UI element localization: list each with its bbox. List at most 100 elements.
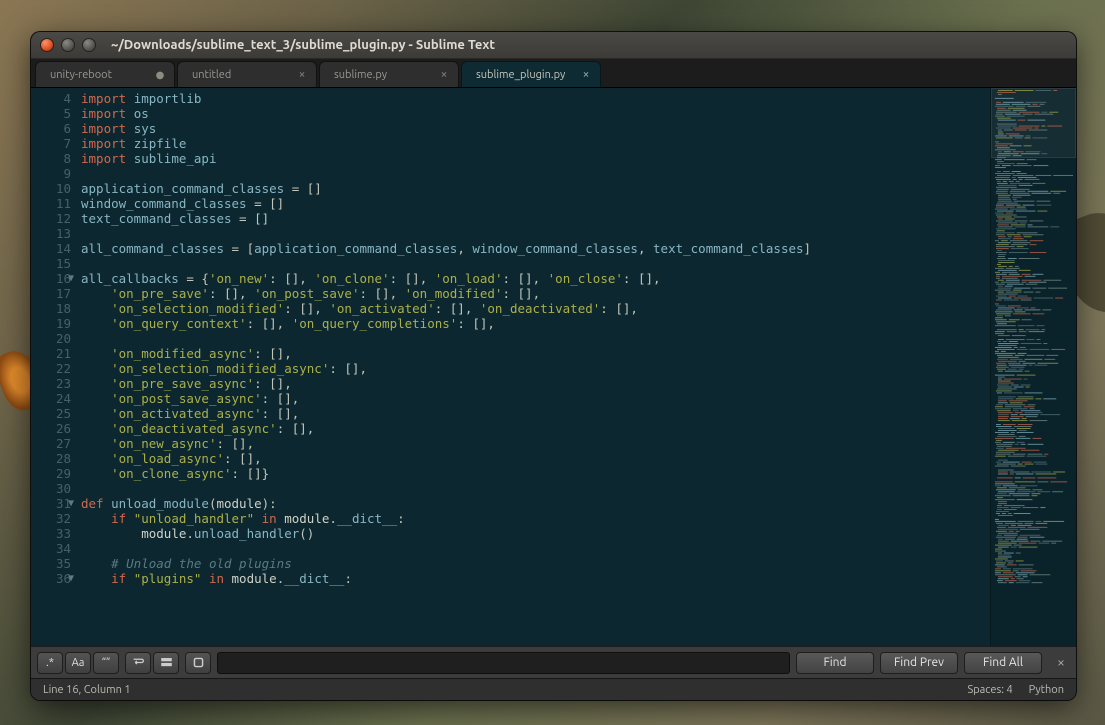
line-number[interactable]: 19 [31,316,71,331]
tab-label: sublime_plugin.py [476,69,565,81]
find-all-button[interactable]: Find All [964,652,1042,674]
tab-sublime-py[interactable]: sublime.py [319,61,459,87]
close-tab-icon[interactable] [581,70,591,80]
code-line[interactable]: import os [81,106,990,121]
code-line[interactable]: import zipfile [81,136,990,151]
window-close-button[interactable] [40,38,54,52]
highlight-matches-toggle[interactable] [185,652,211,674]
line-number[interactable]: 33 [31,526,71,541]
fold-icon[interactable]: ▼ [68,271,74,286]
line-number[interactable]: 25 [31,406,71,421]
line-number[interactable]: 28 [31,451,71,466]
line-number[interactable]: 11 [31,196,71,211]
code-line[interactable]: 'on_query_context': [], 'on_query_comple… [81,316,990,331]
code-line[interactable]: if "unload_handler" in module.__dict__: [81,511,990,526]
line-number[interactable]: 26 [31,421,71,436]
syntax-setting[interactable]: Python [1029,684,1064,696]
code-line[interactable] [81,256,990,271]
close-tab-icon[interactable] [439,70,449,80]
code-line[interactable]: # Unload the old plugins [81,556,990,571]
code-line[interactable]: if "plugins" in module.__dict__: [81,571,990,586]
line-number[interactable]: 16 [31,271,71,286]
code-line[interactable]: 'on_deactivated_async': [], [81,421,990,436]
line-number[interactable]: 21 [31,346,71,361]
code-line[interactable]: 'on_activated_async': [], [81,406,990,421]
find-input[interactable] [217,652,790,674]
in-selection-toggle[interactable] [153,652,179,674]
code-line[interactable]: import importlib [81,91,990,106]
case-sensitive-toggle[interactable]: Aa [65,652,91,674]
line-number-gutter[interactable]: 45678910111213141516▼1718192021222324252… [31,88,77,646]
line-number[interactable]: 24 [31,391,71,406]
line-number[interactable]: 35 [31,556,71,571]
line-number[interactable]: 5 [31,106,71,121]
close-find-bar-button[interactable]: × [1052,654,1070,672]
code-line[interactable]: 'on_modified_async': [], [81,346,990,361]
code-line[interactable]: application_command_classes = [] [81,181,990,196]
line-number[interactable]: 22 [31,361,71,376]
code-line[interactable]: 'on_clone_async': []} [81,466,990,481]
code-line[interactable]: window_command_classes = [] [81,196,990,211]
code-line[interactable]: text_command_classes = [] [81,211,990,226]
regex-toggle[interactable]: .* [37,652,63,674]
whole-word-toggle[interactable]: “” [93,652,119,674]
line-number[interactable]: 12 [31,211,71,226]
code-line[interactable]: 'on_post_save_async': [], [81,391,990,406]
tab-unity-reboot[interactable]: unity-reboot [35,61,175,87]
code-line[interactable] [81,541,990,556]
line-number[interactable]: 4 [31,91,71,106]
line-number[interactable]: 7 [31,136,71,151]
line-number[interactable]: 9 [31,166,71,181]
line-number[interactable]: 10 [31,181,71,196]
code-line[interactable]: import sys [81,121,990,136]
line-number[interactable]: 27 [31,436,71,451]
code-line[interactable]: def unload_module(module): [81,496,990,511]
minimap[interactable] [990,88,1076,646]
code-text-area[interactable]: import importlibimport osimport sysimpor… [77,88,990,646]
tab-untitled[interactable]: untitled [177,61,317,87]
code-line[interactable]: 'on_selection_modified': [], 'on_activat… [81,301,990,316]
line-number[interactable]: 36 [31,571,71,586]
line-number[interactable]: 34 [31,541,71,556]
code-line[interactable] [81,166,990,181]
code-line[interactable]: 'on_selection_modified_async': [], [81,361,990,376]
cursor-position[interactable]: Line 16, Column 1 [43,684,131,696]
code-line[interactable] [81,331,990,346]
code-line[interactable]: import sublime_api [81,151,990,166]
line-number[interactable]: 15 [31,256,71,271]
code-line[interactable]: 'on_new_async': [], [81,436,990,451]
line-number[interactable]: 31 [31,496,71,511]
line-number[interactable]: 20 [31,331,71,346]
tab-label: untitled [192,69,231,81]
code-line[interactable] [81,226,990,241]
line-number[interactable]: 17 [31,286,71,301]
line-number[interactable]: 23 [31,376,71,391]
find-next-button[interactable]: Find [796,652,874,674]
line-number[interactable]: 14 [31,241,71,256]
find-prev-button[interactable]: Find Prev [880,652,958,674]
status-bar: Line 16, Column 1 Spaces: 4 Python [31,678,1076,700]
code-line[interactable]: all_command_classes = [application_comma… [81,241,990,256]
title-bar[interactable]: ~/Downloads/sublime_text_3/sublime_plugi… [31,32,1076,59]
code-line[interactable]: all_callbacks = {'on_new': [], 'on_clone… [81,271,990,286]
window-minimize-button[interactable] [61,38,75,52]
line-number[interactable]: 13 [31,226,71,241]
code-line[interactable]: 'on_pre_save_async': [], [81,376,990,391]
code-line[interactable]: 'on_pre_save': [], 'on_post_save': [], '… [81,286,990,301]
line-number[interactable]: 32 [31,511,71,526]
code-line[interactable]: 'on_load_async': [], [81,451,990,466]
code-line[interactable] [81,481,990,496]
window-maximize-button[interactable] [82,38,96,52]
fold-icon[interactable]: ▼ [68,571,74,586]
line-number[interactable]: 29 [31,466,71,481]
indent-setting[interactable]: Spaces: 4 [967,684,1012,696]
line-number[interactable]: 8 [31,151,71,166]
line-number[interactable]: 18 [31,301,71,316]
line-number[interactable]: 30 [31,481,71,496]
code-line[interactable]: module.unload_handler() [81,526,990,541]
tab-sublime-plugin-py[interactable]: sublime_plugin.py [461,61,601,87]
close-tab-icon[interactable] [297,70,307,80]
line-number[interactable]: 6 [31,121,71,136]
wrap-toggle[interactable] [125,652,151,674]
fold-icon[interactable]: ▼ [68,496,74,511]
